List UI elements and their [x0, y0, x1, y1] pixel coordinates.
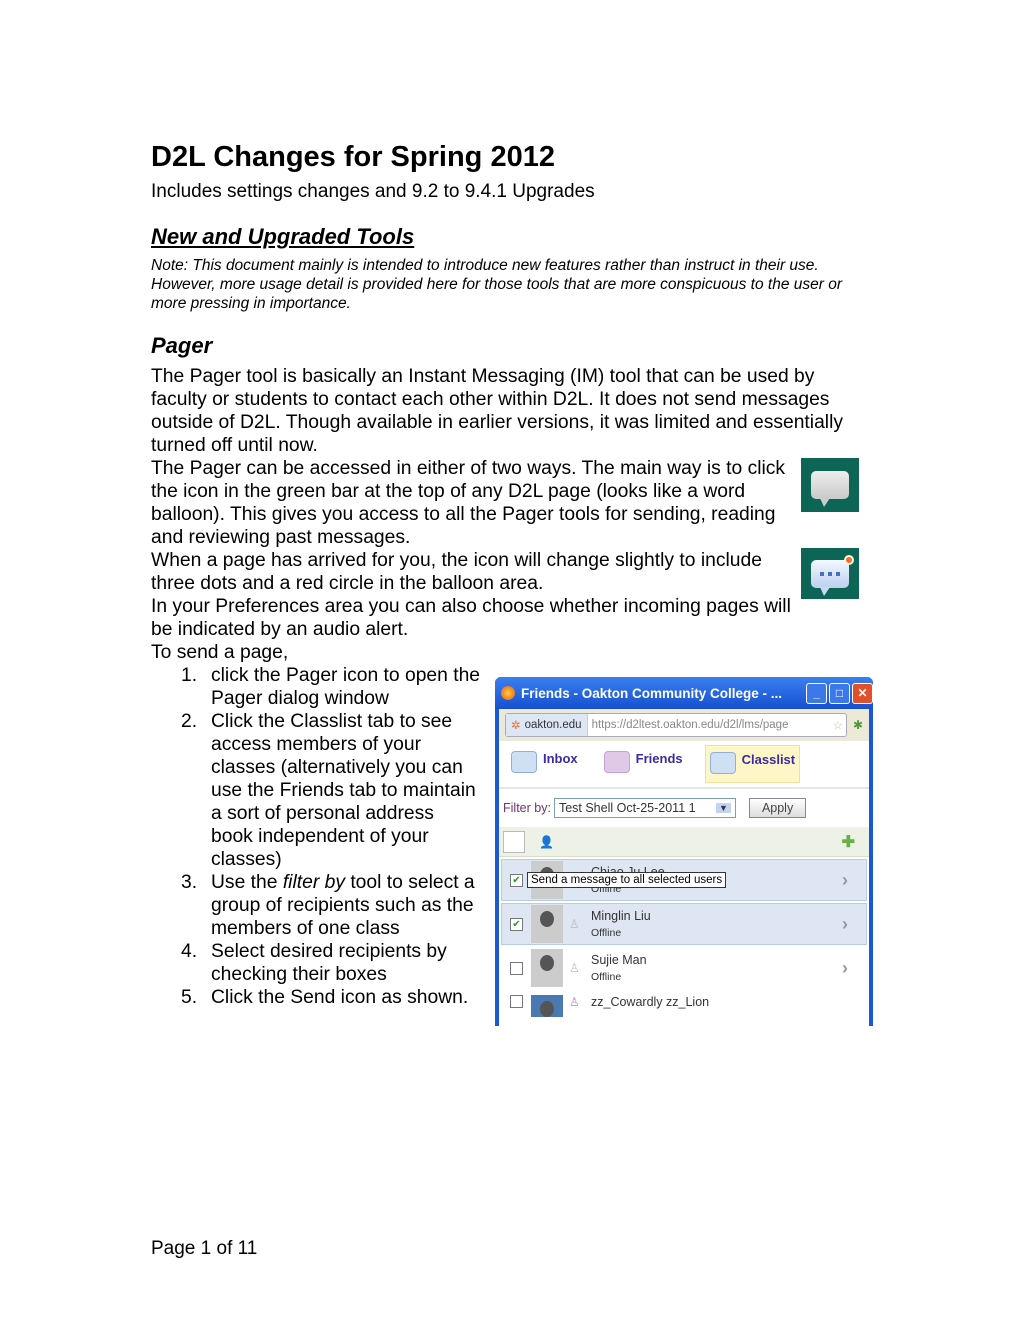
pager-new-message-icon [801, 548, 859, 599]
paragraph: When a page has arrived for you, the ico… [151, 550, 762, 594]
apply-button[interactable]: Apply [748, 798, 807, 818]
checkbox[interactable] [510, 961, 523, 975]
addon-icon[interactable]: ✱ [853, 718, 863, 732]
tab-friends[interactable]: Friends [600, 745, 687, 783]
firefox-icon [501, 686, 515, 700]
checkbox[interactable]: ✔ [510, 873, 523, 887]
add-friend-icon[interactable]: 👤 [539, 835, 554, 849]
title-bar: Friends - Oakton Community College - ...… [495, 677, 873, 709]
filter-select[interactable]: Test Shell Oct-25-2011 1 ▼ [553, 798, 736, 818]
classlist-icon [709, 752, 736, 774]
paragraph: To send a page, [151, 642, 289, 663]
presence-icon: ♙ [569, 917, 580, 931]
user-row[interactable]: ✔ ♙ Minglin Liu Offline › [501, 903, 867, 945]
tab-classlist[interactable]: Classlist [704, 745, 801, 783]
minimize-button[interactable]: _ [806, 682, 827, 704]
avatar [531, 949, 563, 987]
page-number: Page 1 of 11 [151, 1238, 258, 1259]
step: 5. Click the Send icon as shown. [181, 987, 469, 1008]
friends-icon [603, 751, 630, 773]
tab-inbox[interactable]: Inbox [507, 745, 582, 783]
pager-window-screenshot: Friends - Oakton Community College - ...… [495, 677, 873, 1026]
step: 4. Select desired recipients by checking … [181, 941, 447, 985]
maximize-button[interactable]: □ [829, 682, 850, 704]
paragraph: The Pager can be accessed in either of t… [151, 458, 786, 548]
address-bar: ✲ oakton.edu https://d2ltest.oakton.edu/d… [499, 709, 869, 741]
note: Note: This document mainly is intended t… [151, 257, 842, 312]
chevron-right-icon[interactable]: › [842, 958, 848, 979]
chevron-right-icon[interactable]: › [842, 870, 848, 891]
section-heading: New and Upgraded Tools [151, 224, 415, 249]
paragraph: In your Preferences area you can also ch… [151, 596, 791, 640]
send-message-icon[interactable] [503, 830, 525, 853]
avatar [531, 995, 563, 1017]
url-field[interactable]: https://d2ltest.oakton.edu/d2l/lms/page [588, 719, 833, 731]
user-row[interactable]: ♙ Sujie Man Offline › [501, 947, 867, 989]
steps-list: 1. click the Pager icon to open the Pager… [151, 664, 481, 1009]
site-icon: ✲ [511, 720, 521, 732]
avatar [531, 905, 563, 943]
step: 2. Click the Classlist tab to see access … [181, 711, 476, 870]
site-identity[interactable]: ✲ oakton.edu [506, 714, 588, 736]
presence-icon: ♙ [569, 961, 580, 975]
document-title: D2L Changes for Spring 2012 [151, 141, 555, 173]
pager-balloon-icon [801, 458, 859, 512]
pager-heading: Pager [151, 333, 213, 358]
close-button[interactable]: ✕ [852, 682, 873, 704]
inbox-icon [511, 751, 537, 773]
tooltip: Send a message to all selected users [527, 872, 727, 888]
add-icon[interactable]: ✚ [842, 832, 855, 852]
star-icon[interactable]: ☆ [833, 718, 846, 732]
step: 1. click the Pager icon to open the Pager… [181, 665, 481, 709]
user-row[interactable]: ♙ zz_Cowardly zz_Lion [501, 991, 867, 1026]
checkbox[interactable] [510, 995, 523, 1008]
window-title: Friends - Oakton Community College - ... [521, 685, 783, 701]
document-subtitle: Includes settings changes and 9.2 to 9.4… [151, 181, 595, 202]
checkbox[interactable]: ✔ [510, 917, 523, 931]
filter-label: Filter by: [503, 801, 551, 815]
chevron-right-icon[interactable]: › [842, 914, 848, 935]
step: 3. Use the filter by tool to select a gro… [181, 872, 475, 939]
chevron-down-icon: ▼ [716, 803, 731, 813]
paragraph: The Pager tool is basically an Instant M… [151, 366, 843, 456]
presence-icon: ♙ [569, 995, 580, 1009]
